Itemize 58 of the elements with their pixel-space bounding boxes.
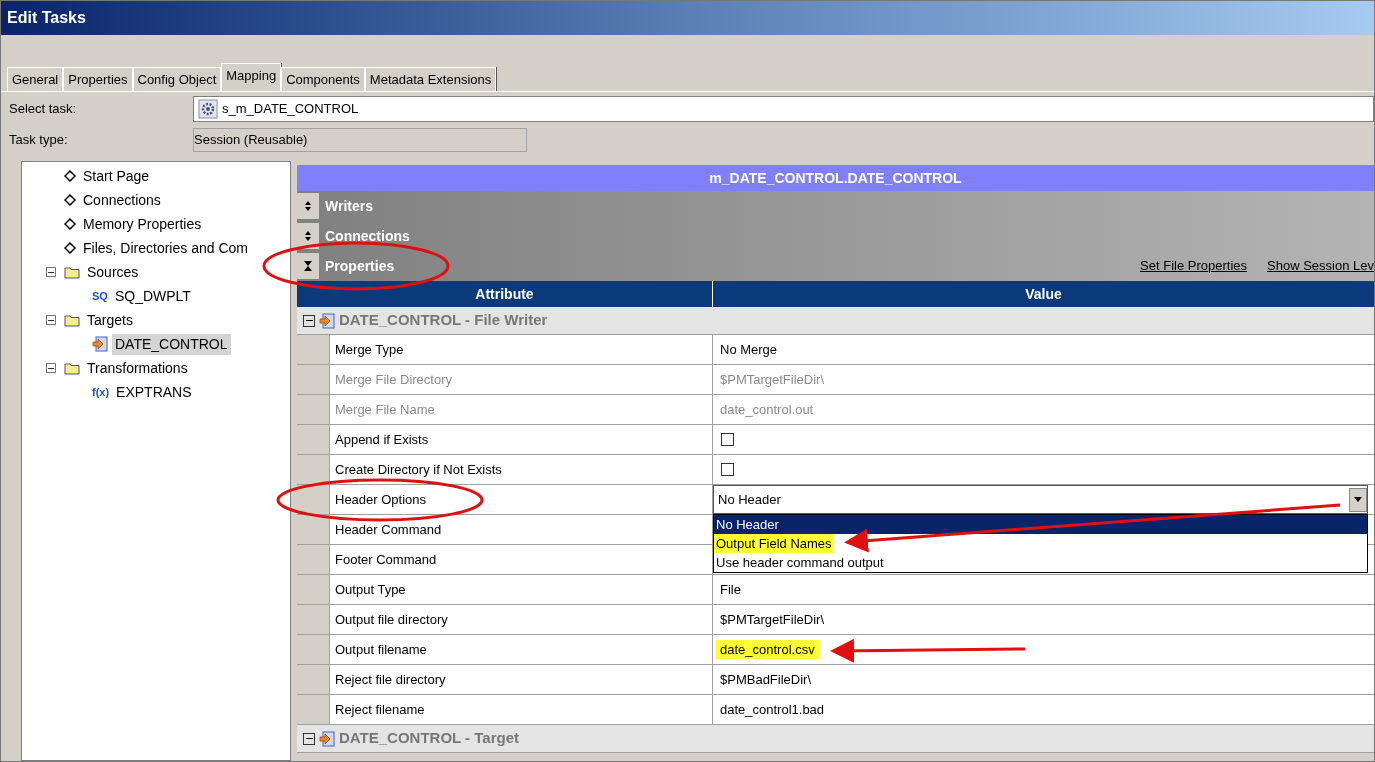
tree-item[interactable]: Files, Directories and Com [80,237,251,259]
attribute-cell: Merge File Name [329,395,713,424]
attribute-cell: Header Command [329,515,713,544]
tab[interactable]: Mapping [221,63,282,91]
attribute-cell: Append if Exists [329,425,713,454]
tree-item[interactable]: Transformations [84,357,191,379]
tree-item[interactable]: Memory Properties [80,213,205,235]
value-text: $PMBadFileDir\ [719,670,813,689]
attribute-cell: Header Options [329,485,713,514]
tab[interactable]: General [7,67,64,91]
group-header: DATE_CONTROL - File Writer [339,310,548,331]
attribute-cell: Output file directory [329,605,713,634]
field-label: Task type: [9,131,69,150]
tree-item[interactable]: Connections [80,189,164,211]
value-text: date_control.out [719,400,815,419]
attribute-cell: Output Type [329,575,713,604]
section-header[interactable]: Connections [325,225,410,247]
group-header: DATE_CONTROL - Target [339,728,519,749]
tree-item[interactable]: Start Page [80,165,153,187]
value-text: date_control1.bad [719,700,826,719]
section-header[interactable]: Writers [325,195,373,217]
attribute-cell: Merge File Directory [329,365,713,394]
attribute-cell: Create Directory if Not Exists [329,455,713,484]
attribute-cell: Merge Type [329,335,713,364]
attribute-cell: Reject file directory [329,665,713,694]
tree-item[interactable]: Sources [84,261,142,283]
tab[interactable]: Metadata Extensions [364,67,497,91]
value-text: File [719,580,742,599]
panel-title: m_DATE_CONTROL.DATE_CONTROL [297,165,1374,191]
section-header[interactable]: Properties [325,255,395,277]
window-title: Edit Tasks [1,1,1374,35]
attribute-cell: Footer Command [329,545,713,574]
task-select-field[interactable]: s_m_DATE_CONTROL [193,95,1374,122]
field-label: Select task: [9,99,78,118]
attribute-cell: Reject filename [329,695,713,724]
column-header: Value [1024,284,1063,304]
field-value: s_m_DATE_CONTROL [222,99,359,118]
value-text: date_control.csv [716,639,819,660]
value-text: $PMTargetFileDir\ [719,610,826,629]
tree-item[interactable]: Targets [84,309,136,331]
value-text: No Merge [719,340,779,359]
tree-item[interactable]: EXPTRANS [113,381,195,403]
value-text: $PMTargetFileDir\ [719,370,826,389]
link[interactable]: Show Session Lev [1267,256,1374,276]
link[interactable]: Set File Properties [1140,256,1248,276]
task-type-field: Session (Reusable) [193,128,527,152]
tab[interactable]: Components [281,67,365,91]
tab[interactable]: Config Object [132,67,222,91]
dropdown-option[interactable]: No Header [714,515,1367,534]
badge-icon: f(x) [92,386,110,398]
tree-item[interactable]: SQ_DWPLT [111,285,194,307]
badge-icon: SQ [92,290,108,302]
dropdown-field[interactable]: No Header [713,485,1368,514]
attribute-cell: Output filename [329,635,713,664]
dropdown-option[interactable]: Output Field Names [714,534,834,553]
tree-item[interactable]: DATE_CONTROL [112,333,231,355]
tab[interactable]: Properties [63,67,133,91]
dropdown-option[interactable]: Use header command output [714,553,886,572]
